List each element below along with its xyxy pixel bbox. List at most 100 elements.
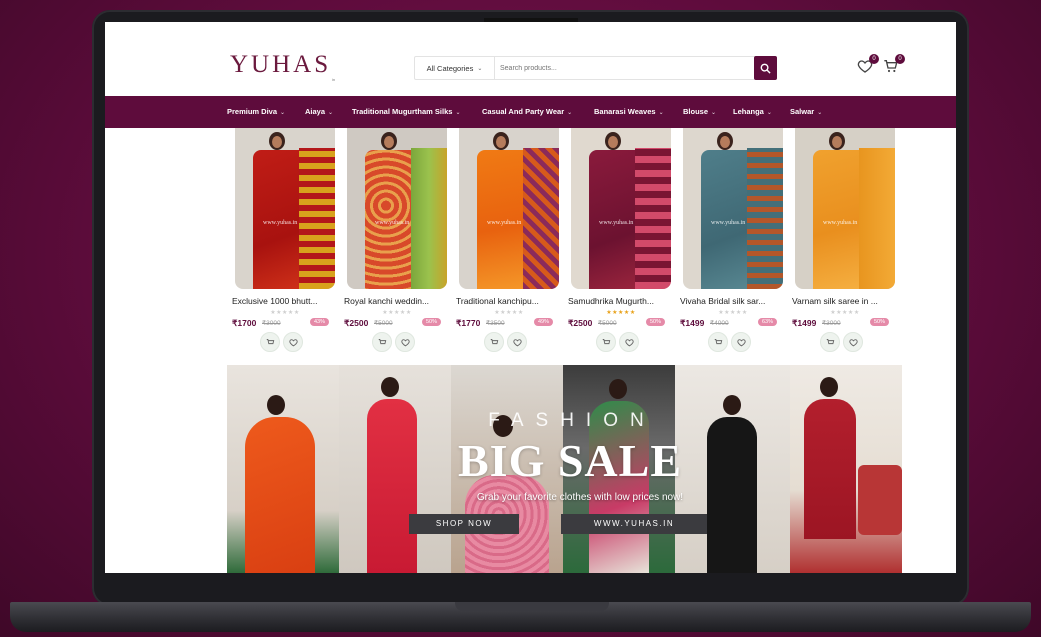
add-to-wishlist-button[interactable] <box>507 332 527 352</box>
product-price: ₹2500 <box>568 318 593 328</box>
discount-badge: 50% <box>646 318 666 326</box>
add-to-wishlist-button[interactable] <box>619 332 639 352</box>
cart-icon <box>826 338 834 344</box>
add-to-cart-button[interactable] <box>484 332 504 352</box>
product-card[interactable]: www.yuhas.in Vivaha Bridal silk sar... ★… <box>680 128 786 352</box>
product-old-price: ₹5000 <box>598 320 617 327</box>
heart-icon <box>848 338 858 346</box>
product-price: ₹1700 <box>232 318 257 328</box>
nav-item-mugurtham-silks[interactable]: Traditional Mugurtham Silks ⌄ <box>352 96 460 128</box>
nav-label: Blouse <box>683 107 709 116</box>
chevron-down-icon: ⌄ <box>455 110 461 116</box>
add-to-cart-button[interactable] <box>596 332 616 352</box>
nav-label: Premium Diva <box>227 107 278 116</box>
nav-label: Aiaya <box>305 107 326 116</box>
product-name[interactable]: Varnam silk saree in ... <box>792 296 898 306</box>
heart-icon <box>288 338 298 346</box>
discount-badge: 50% <box>422 318 442 326</box>
product-card[interactable]: www.yuhas.in Royal kanchi weddin... ★★★★… <box>344 128 450 352</box>
product-name[interactable]: Vivaha Bridal silk sar... <box>680 296 786 306</box>
search-input[interactable] <box>500 59 740 77</box>
nav-label: Casual And Party Wear <box>482 107 565 116</box>
heart-icon <box>624 338 634 346</box>
product-name[interactable]: Royal kanchi weddin... <box>344 296 450 306</box>
category-select[interactable]: All Categories ⌄ <box>415 57 495 79</box>
product-name[interactable]: Exclusive 1000 bhutt... <box>232 296 338 306</box>
rating-stars: ★★★★★ <box>382 310 412 316</box>
nav-item-casual-party-wear[interactable]: Casual And Party Wear ⌄ <box>482 96 572 128</box>
discount-badge: 43% <box>310 318 330 326</box>
product-name[interactable]: Samudhrika Mugurth... <box>568 296 674 306</box>
chevron-down-icon: ⌄ <box>711 110 717 116</box>
add-to-wishlist-button[interactable] <box>843 332 863 352</box>
cart-icon <box>602 338 610 344</box>
cart-icon <box>378 338 386 344</box>
cart-button[interactable]: 0 <box>883 54 905 76</box>
nav-item-aiaya[interactable]: Aiaya ⌄ <box>305 96 333 128</box>
category-select-label: All Categories <box>426 63 474 73</box>
chevron-down-icon: ⌄ <box>477 65 483 72</box>
website-button[interactable]: WWW.YUHAS.IN <box>561 514 707 534</box>
cart-icon <box>266 338 274 344</box>
image-watermark: www.yuhas.in <box>487 220 522 226</box>
wishlist-button[interactable]: 0 <box>857 54 879 76</box>
site-logo[interactable]: YUHAS <box>230 51 331 79</box>
logo-subtext: in <box>332 77 336 82</box>
add-to-cart-button[interactable] <box>260 332 280 352</box>
add-to-wishlist-button[interactable] <box>395 332 415 352</box>
image-watermark: www.yuhas.in <box>711 220 746 226</box>
add-to-cart-button[interactable] <box>708 332 728 352</box>
sale-banner[interactable]: FASHION BIG SALE Grab your favorite clot… <box>227 365 902 573</box>
chevron-down-icon: ⌄ <box>280 110 286 116</box>
product-image[interactable]: www.yuhas.in <box>683 128 783 289</box>
rating-stars: ★★★★★ <box>494 310 524 316</box>
site-header: YUHAS in All Categories ⌄ 0 <box>105 22 956 96</box>
nav-item-salwar[interactable]: Salwar ⌄ <box>790 96 822 128</box>
banner-headline: BIG SALE <box>457 435 683 486</box>
chevron-down-icon: ⌄ <box>567 110 573 116</box>
product-price: ₹1499 <box>680 318 705 328</box>
add-to-cart-button[interactable] <box>820 332 840 352</box>
main-nav: Premium Diva ⌄ Aiaya ⌄ Traditional Mugurth… <box>105 96 956 128</box>
shop-now-button[interactable]: SHOP NOW <box>409 514 519 534</box>
product-card[interactable]: www.yuhas.in Samudhrika Mugurth... ★★★★★… <box>568 128 674 352</box>
chevron-down-icon: ⌄ <box>817 110 823 116</box>
add-to-cart-button[interactable] <box>372 332 392 352</box>
product-old-price: ₹5000 <box>374 320 393 327</box>
product-card[interactable]: www.yuhas.in Traditional kanchipu... ★★★… <box>456 128 562 352</box>
banner-fashion-text: FASHION <box>488 410 656 431</box>
rating-stars: ★★★★★ <box>270 310 300 316</box>
product-image[interactable]: www.yuhas.in <box>459 128 559 289</box>
search-button[interactable] <box>754 56 777 80</box>
product-card[interactable]: www.yuhas.in Exclusive 1000 bhutt... ★★★… <box>232 128 338 352</box>
heart-icon <box>512 338 522 346</box>
chevron-down-icon: ⌄ <box>328 110 334 116</box>
nav-label: Lehanga <box>733 107 764 116</box>
nav-item-lehanga[interactable]: Lehanga ⌄ <box>733 96 772 128</box>
nav-label: Banarasi Weaves <box>594 107 656 116</box>
product-image[interactable]: www.yuhas.in <box>347 128 447 289</box>
product-old-price: ₹3500 <box>486 320 505 327</box>
product-image[interactable]: www.yuhas.in <box>795 128 895 289</box>
laptop-base-notch <box>455 602 609 611</box>
rating-stars: ★★★★★ <box>606 310 636 316</box>
cart-icon <box>490 338 498 344</box>
add-to-wishlist-button[interactable] <box>731 332 751 352</box>
nav-item-banarasi-weaves[interactable]: Banarasi Weaves ⌄ <box>594 96 664 128</box>
search-bar: All Categories ⌄ <box>414 56 777 80</box>
nav-item-premium-diva[interactable]: Premium Diva ⌄ <box>227 96 285 128</box>
add-to-wishlist-button[interactable] <box>283 332 303 352</box>
cart-icon <box>714 338 722 344</box>
product-old-price: ₹4000 <box>710 320 729 327</box>
banner-photo <box>227 365 339 573</box>
discount-badge: 49% <box>534 318 554 326</box>
cart-count-badge: 0 <box>895 54 905 64</box>
wishlist-count-badge: 0 <box>869 54 879 64</box>
product-card[interactable]: www.yuhas.in Varnam silk saree in ... ★★… <box>792 128 898 352</box>
image-watermark: www.yuhas.in <box>263 220 298 226</box>
nav-item-blouse[interactable]: Blouse ⌄ <box>683 96 716 128</box>
product-name[interactable]: Traditional kanchipu... <box>456 296 562 306</box>
browser-screen: YUHAS in All Categories ⌄ 0 <box>105 22 956 573</box>
product-image[interactable]: www.yuhas.in <box>235 128 335 289</box>
product-image[interactable]: www.yuhas.in <box>571 128 671 289</box>
